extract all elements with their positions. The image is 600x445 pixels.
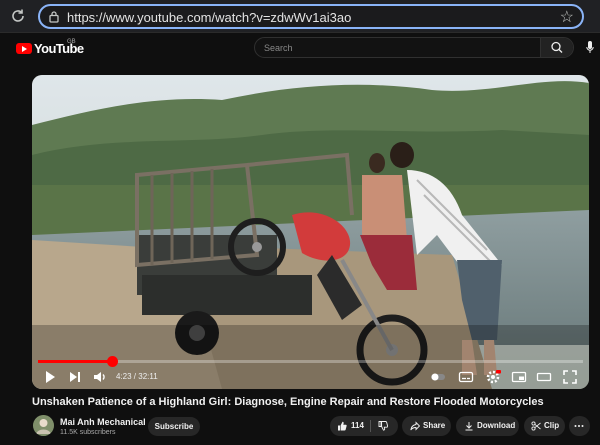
progress-played	[38, 360, 113, 363]
more-horizontal-icon	[574, 425, 584, 427]
thumbs-down-icon	[378, 421, 388, 431]
like-dislike-group: 114	[330, 416, 398, 436]
settings-gear-icon[interactable]	[485, 369, 501, 385]
player-controls: 4:23 / 32:11	[32, 365, 589, 389]
share-icon	[410, 421, 420, 431]
search-input[interactable]	[255, 38, 542, 57]
channel-avatar[interactable]	[33, 415, 54, 436]
country-code: GB	[67, 39, 76, 45]
share-label: Share	[423, 421, 446, 430]
subscribe-button[interactable]: Subscribe	[148, 417, 200, 436]
scissors-icon	[531, 421, 541, 431]
theater-mode-icon[interactable]	[536, 369, 552, 385]
logo-text: YouTube	[34, 41, 84, 56]
progress-bar[interactable]	[38, 356, 583, 367]
volume-icon[interactable]	[92, 369, 108, 385]
channel-name[interactable]: Mai Anh Mechanical	[60, 417, 146, 427]
youtube-header: YouTube GB	[0, 33, 600, 63]
address-bar[interactable]: https://www.youtube.com/watch?v=zdwWv1ai…	[38, 4, 584, 29]
video-player[interactable]: 4:23 / 32:11	[32, 75, 589, 389]
youtube-play-icon	[16, 43, 32, 54]
thumbs-up-icon	[338, 421, 347, 431]
avatar-image	[33, 415, 54, 436]
share-button[interactable]: Share	[402, 416, 451, 436]
search-button[interactable]	[540, 38, 573, 57]
download-button[interactable]: Download	[456, 416, 519, 436]
reload-icon[interactable]	[9, 7, 27, 25]
microphone-icon[interactable]	[586, 41, 594, 54]
bookmark-star-icon[interactable]: ☆	[560, 7, 574, 27]
autoplay-toggle-icon[interactable]	[430, 369, 446, 385]
subscriber-count: 11.5K subscribers	[60, 429, 116, 436]
video-frame	[32, 75, 589, 389]
next-video-icon[interactable]	[67, 369, 83, 385]
video-title: Unshaken Patience of a Highland Girl: Di…	[32, 396, 544, 408]
url-text[interactable]: https://www.youtube.com/watch?v=zdwWv1ai…	[67, 10, 351, 25]
clip-label: Clip	[544, 421, 560, 430]
time-display: 4:23 / 32:11	[116, 372, 158, 381]
search-icon	[551, 41, 563, 53]
browser-toolbar: https://www.youtube.com/watch?v=zdwWv1ai…	[0, 0, 600, 33]
search-box	[254, 37, 574, 58]
clip-button[interactable]: Clip	[524, 416, 565, 436]
download-label: Download	[477, 421, 516, 430]
fullscreen-icon[interactable]	[562, 369, 578, 385]
dislike-button[interactable]	[371, 416, 398, 436]
download-icon	[465, 422, 473, 431]
subtitles-icon[interactable]	[458, 369, 474, 385]
site-info-icon[interactable]	[48, 10, 60, 23]
like-count: 114	[351, 421, 364, 430]
like-button[interactable]: 114	[330, 416, 370, 436]
more-actions-button[interactable]	[569, 416, 590, 436]
miniplayer-icon[interactable]	[511, 369, 527, 385]
play-icon[interactable]	[42, 369, 58, 385]
